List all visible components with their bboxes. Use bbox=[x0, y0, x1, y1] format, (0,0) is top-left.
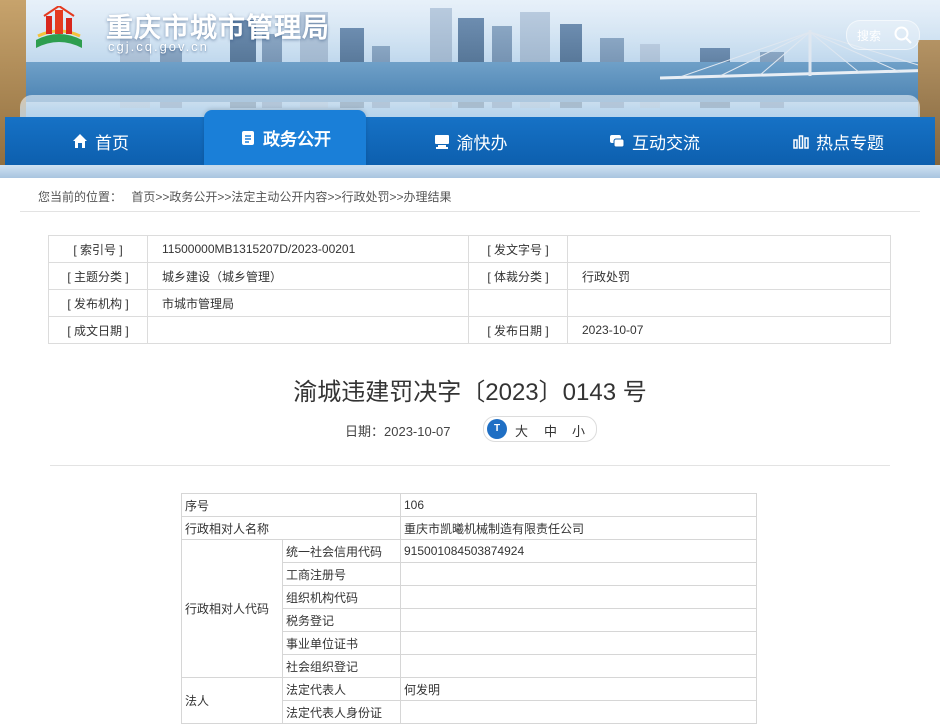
legal-field-value: 何发明 bbox=[400, 677, 757, 701]
breadcrumb-prefix: 您当前的位置： bbox=[38, 190, 123, 204]
legal-field-label: 法定代表人身份证 bbox=[282, 700, 401, 724]
table-row: 行政相对人代码 统一社会信用代码 915001084503874924 bbox=[181, 539, 757, 678]
nav-label: 热点专题 bbox=[816, 133, 884, 153]
code-label: 组织机构代码 bbox=[282, 585, 401, 609]
search-label: 搜索 bbox=[857, 29, 882, 43]
code-label: 税务登记 bbox=[282, 608, 401, 632]
chat-icon bbox=[610, 135, 625, 148]
font-size-icon: T bbox=[487, 419, 507, 439]
nav-item-interaction[interactable]: 互动交流 bbox=[574, 117, 734, 165]
doc-no-value bbox=[567, 235, 891, 263]
breadcrumb-separator: >> bbox=[217, 190, 232, 204]
table-row: 法人 法定代表人 何发明 bbox=[181, 677, 757, 724]
serial-label: 序号 bbox=[181, 493, 401, 517]
empty-value bbox=[567, 289, 891, 317]
table-row: 行政相对人名称 重庆市凯曦机械制造有限责任公司 bbox=[181, 516, 757, 540]
code-label: 社会组织登记 bbox=[282, 654, 401, 678]
publish-date-label: [ 发布日期 ] bbox=[468, 316, 568, 344]
empty-label bbox=[468, 289, 568, 317]
code-value: 915001084503874924 bbox=[400, 539, 757, 563]
issuer-label: [ 发布机构 ] bbox=[48, 289, 148, 317]
breadcrumb-link-gov-affairs[interactable]: 政务公开 bbox=[169, 190, 217, 204]
genre-value: 行政处罚 bbox=[567, 262, 891, 290]
meta-row: [ 主题分类 ] 城乡建设（城乡管理） [ 体裁分类 ] 行政处罚 bbox=[48, 262, 891, 290]
doc-no-label: [ 发文字号 ] bbox=[468, 235, 568, 263]
meta-row: [ 成文日期 ] [ 发布日期 ] 2023-10-07 bbox=[48, 316, 891, 344]
breadcrumb-separator: >> bbox=[389, 190, 404, 204]
article-date: 日期：2023-10-07 bbox=[345, 424, 451, 439]
topic-value: 城乡建设（城乡管理） bbox=[147, 262, 469, 290]
site-url: cgj.cq.gov.cn bbox=[108, 39, 209, 54]
font-size-large-button[interactable]: 大 bbox=[515, 421, 528, 440]
page-title: 渝城违建罚决字〔2023〕0143 号 bbox=[293, 379, 647, 406]
penalty-record-table: 序号 106 行政相对人名称 重庆市凯曦机械制造有限责任公司 行政相对人代码 统… bbox=[181, 493, 757, 724]
font-size-medium-button[interactable]: 中 bbox=[544, 421, 557, 440]
document-icon bbox=[242, 130, 254, 145]
topic-label: [ 主题分类 ] bbox=[48, 262, 148, 290]
legal-field-label: 法定代表人 bbox=[282, 677, 401, 701]
nav-label: 政务公开 bbox=[263, 130, 331, 149]
breadcrumb: 您当前的位置： 首页>>政务公开>>法定主动公开内容>>行政处罚>>办理结果 bbox=[38, 188, 452, 205]
genre-label: [ 体裁分类 ] bbox=[468, 262, 568, 290]
serial-value: 106 bbox=[400, 493, 757, 517]
code-value bbox=[400, 562, 757, 586]
topics-icon bbox=[793, 135, 809, 149]
font-size-small-button[interactable]: 小 bbox=[572, 421, 585, 440]
breadcrumb-link-penalty[interactable]: 行政处罚 bbox=[341, 190, 389, 204]
index-no-value: 11500000MB1315207D/2023-00201 bbox=[147, 235, 469, 263]
breadcrumb-link-results[interactable]: 办理结果 bbox=[403, 190, 451, 204]
site-logo-icon bbox=[36, 6, 82, 48]
breadcrumb-divider bbox=[20, 211, 920, 212]
written-date-label: [ 成文日期 ] bbox=[48, 316, 148, 344]
code-label: 事业单位证书 bbox=[282, 631, 401, 655]
code-label: 统一社会信用代码 bbox=[282, 539, 401, 563]
meta-row: [ 发布机构 ] 市城市管理局 bbox=[48, 289, 891, 317]
breadcrumb-separator: >> bbox=[155, 190, 170, 204]
party-name-label: 行政相对人名称 bbox=[181, 516, 401, 540]
issuer-value: 市城市管理局 bbox=[147, 289, 469, 317]
font-size-control: T 大 中 小 bbox=[483, 416, 597, 442]
home-icon bbox=[73, 134, 87, 148]
written-date-value bbox=[147, 316, 469, 344]
title-divider bbox=[50, 465, 890, 466]
meta-row: [ 索引号 ] 11500000MB1315207D/2023-00201 [ … bbox=[48, 235, 891, 263]
breadcrumb-link-statutory[interactable]: 法定主动公开内容 bbox=[231, 190, 327, 204]
search-box[interactable]: 搜索 bbox=[846, 20, 920, 50]
document-meta-table: [ 索引号 ] 11500000MB1315207D/2023-00201 [ … bbox=[48, 235, 891, 344]
search-icon[interactable] bbox=[893, 25, 913, 45]
party-name-value: 重庆市凯曦机械制造有限责任公司 bbox=[400, 516, 757, 540]
index-no-label: [ 索引号 ] bbox=[48, 235, 148, 263]
nav-label: 渝快办 bbox=[456, 133, 508, 153]
nav-item-yukuaiban[interactable]: 渝快办 bbox=[390, 117, 550, 165]
party-code-label: 行政相对人代码 bbox=[181, 539, 283, 678]
table-row: 序号 106 bbox=[181, 493, 757, 517]
service-desk-icon bbox=[434, 135, 449, 149]
code-value bbox=[400, 608, 757, 632]
legal-field-value bbox=[400, 700, 757, 724]
nav-item-topics[interactable]: 热点专题 bbox=[758, 117, 918, 165]
nav-bottom-band bbox=[0, 165, 940, 178]
nav-label: 首页 bbox=[95, 133, 129, 153]
breadcrumb-link-home[interactable]: 首页 bbox=[131, 190, 155, 204]
code-value bbox=[400, 631, 757, 655]
breadcrumb-separator: >> bbox=[327, 190, 342, 204]
code-value bbox=[400, 654, 757, 678]
publish-date-value: 2023-10-07 bbox=[567, 316, 891, 344]
code-value bbox=[400, 585, 757, 609]
nav-item-gov-affairs[interactable]: 政务公开 bbox=[204, 110, 366, 165]
code-label: 工商注册号 bbox=[282, 562, 401, 586]
nav-label: 互动交流 bbox=[632, 133, 700, 153]
nav-top-band bbox=[20, 95, 920, 117]
nav-item-home[interactable]: 首页 bbox=[20, 117, 180, 165]
main-nav: 首页 政务公开 渝快办 互动交流 热点专题 bbox=[0, 95, 940, 178]
legal-person-label: 法人 bbox=[181, 677, 283, 724]
